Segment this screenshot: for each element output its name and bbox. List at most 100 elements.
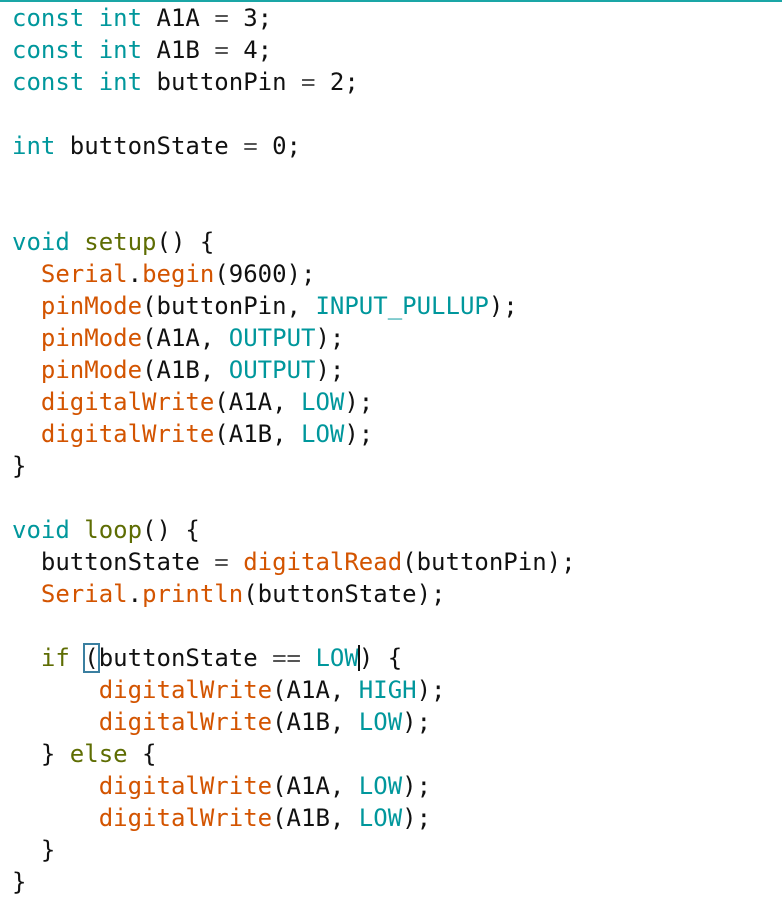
code-line[interactable] — [12, 162, 782, 194]
code-line[interactable]: void loop() { — [12, 514, 782, 546]
code-token: ); — [488, 292, 518, 320]
code-token: (buttonPin); — [402, 548, 576, 576]
code-line[interactable]: const int buttonPin = 2; — [12, 66, 782, 98]
code-line[interactable]: pinMode(A1B, OUTPUT); — [12, 354, 782, 386]
code-token: digitalRead — [243, 548, 403, 576]
code-token: = — [243, 132, 258, 160]
code-line[interactable]: digitalWrite(A1B, LOW); — [12, 802, 782, 834]
code-token: ); — [402, 772, 432, 800]
code-line[interactable]: void setup() { — [12, 226, 782, 258]
code-token: digitalWrite — [98, 676, 273, 704]
code-line[interactable] — [12, 98, 782, 130]
code-token: } — [12, 740, 70, 768]
code-token: ); — [315, 324, 345, 352]
code-line[interactable]: if (buttonState == LOW) { — [12, 642, 782, 674]
code-line[interactable]: Serial.println(buttonState); — [12, 578, 782, 610]
code-token: if — [40, 644, 70, 672]
code-line[interactable]: digitalWrite(A1A, LOW); — [12, 770, 782, 802]
code-token: } — [12, 868, 27, 896]
code-line[interactable]: } — [12, 450, 782, 482]
code-line[interactable]: } else { — [12, 738, 782, 770]
code-editor[interactable]: const int A1A = 3; const int A1B = 4; cons… — [12, 2, 782, 912]
code-token: LOW — [358, 804, 403, 832]
code-token: HIGH — [358, 676, 417, 704]
code-token: = — [214, 36, 229, 64]
code-token: 2; — [315, 68, 359, 96]
code-token: void — [12, 228, 70, 256]
code-line[interactable]: } — [12, 834, 782, 866]
code-token: buttonState — [12, 548, 215, 576]
code-line[interactable]: buttonState = digitalRead(buttonPin); — [12, 546, 782, 578]
code-token: == — [272, 644, 302, 672]
code-token: LOW — [301, 420, 345, 448]
code-line[interactable]: int buttonState = 0; — [12, 130, 782, 162]
code-token: . — [127, 580, 143, 608]
code-token: digitalWrite — [98, 772, 273, 800]
code-line[interactable] — [12, 482, 782, 514]
code-line[interactable]: const int A1B = 4; — [12, 34, 782, 66]
code-token: A1A — [142, 4, 215, 32]
code-line[interactable]: digitalWrite(A1A, LOW); — [12, 386, 782, 418]
code-token: const — [12, 36, 85, 64]
code-token: . — [127, 260, 143, 288]
code-line[interactable]: Serial.begin(9600); — [12, 258, 782, 290]
code-line[interactable]: const int A1A = 3; — [12, 2, 782, 34]
code-line[interactable]: digitalWrite(A1A, HIGH); — [12, 674, 782, 706]
code-token: LOW — [301, 388, 345, 416]
code-token: buttonState — [55, 132, 244, 160]
code-line[interactable]: digitalWrite(A1B, LOW); — [12, 706, 782, 738]
code-token: pinMode — [40, 356, 143, 384]
code-token: begin — [142, 260, 215, 288]
code-line[interactable]: pinMode(A1A, OUTPUT); — [12, 322, 782, 354]
code-token: digitalWrite — [98, 804, 273, 832]
code-token: () { — [156, 228, 215, 256]
code-token: const — [12, 4, 85, 32]
code-token: (A1B, — [142, 356, 229, 384]
code-token: int — [98, 36, 143, 64]
code-token: pinMode — [40, 324, 143, 352]
code-token: (A1B, — [272, 804, 359, 832]
code-token: ); — [344, 388, 374, 416]
code-token: (A1A, — [142, 324, 229, 352]
code-line[interactable]: pinMode(buttonPin, INPUT_PULLUP); — [12, 290, 782, 322]
code-line[interactable]: digitalWrite(A1B, LOW); — [12, 418, 782, 450]
code-token: digitalWrite — [40, 420, 215, 448]
code-token: Serial — [40, 260, 128, 288]
code-token: const — [12, 68, 85, 96]
code-line[interactable] — [12, 194, 782, 226]
code-token: (A1A, — [272, 676, 359, 704]
code-token: LOW — [358, 772, 403, 800]
code-token: ); — [416, 676, 446, 704]
code-token: A1B — [142, 36, 215, 64]
code-token: ); — [315, 356, 345, 384]
code-token: LOW — [358, 708, 403, 736]
code-token: loop — [84, 516, 143, 544]
code-token: int — [98, 4, 143, 32]
code-token: digitalWrite — [40, 388, 215, 416]
code-line[interactable] — [12, 610, 782, 642]
code-token: OUTPUT — [228, 324, 316, 352]
code-token: int — [12, 132, 56, 160]
code-token: (buttonState); — [243, 580, 446, 608]
code-token: (9600); — [214, 260, 316, 288]
code-line[interactable]: } — [12, 866, 782, 898]
code-token: (A1B, — [272, 708, 359, 736]
code-token: (buttonPin, — [142, 292, 316, 320]
code-token: ); — [344, 420, 374, 448]
code-token: (A1A, — [272, 772, 359, 800]
